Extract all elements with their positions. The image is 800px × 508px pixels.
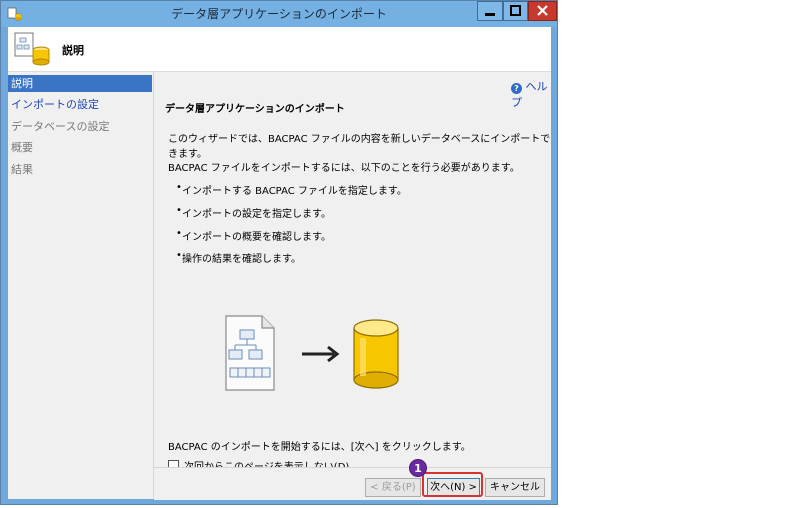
page-heading: データ層アプリケーションのインポート <box>165 104 345 115</box>
sidebar-item-description[interactable]: 説明 <box>8 75 152 92</box>
arrow-right-icon <box>302 345 340 363</box>
minimize-icon <box>485 13 495 16</box>
back-button[interactable]: < 戻る(P) <box>365 478 421 497</box>
window-title: データ層アプリケーションのインポート <box>171 7 387 21</box>
cancel-button[interactable]: キャンセル <box>485 478 545 497</box>
title-bar: データ層アプリケーションのインポート <box>1 1 557 27</box>
step-item: 操作の結果を確認します。 <box>176 250 301 265</box>
wizard-page-icon <box>14 32 50 66</box>
wizard-header: 説明 <box>8 27 551 72</box>
sidebar-nav: 説明 インポートの設定 データベースの設定 概要 結果 <box>8 72 154 499</box>
intro-text: このウィザードでは、BACPAC ファイルの内容を新しいデータベースにインポート… <box>168 134 551 160</box>
help-icon: ? <box>511 83 522 94</box>
help-link[interactable]: ? ヘルプ <box>511 78 551 110</box>
sidebar-item-database-settings: データベースの設定 <box>11 120 110 133</box>
header-title: 説明 <box>62 44 84 57</box>
step-badge: 1 <box>409 459 427 477</box>
start-instruction-text: BACPAC のインポートを開始するには、[次へ] をクリックします。 <box>168 442 471 453</box>
main-content: ? ヘルプ データ層アプリケーションのインポート このウィザードでは、BACPA… <box>154 72 551 473</box>
wizard-window: データ層アプリケーションのインポート 説明 説明 インポートの設定 データベース… <box>0 0 558 505</box>
maximize-button[interactable] <box>503 1 528 21</box>
maximize-icon <box>510 5 521 16</box>
import-illustration <box>225 315 399 391</box>
database-icon <box>353 319 399 389</box>
minimize-button[interactable] <box>477 1 503 21</box>
wizard-footer: < 戻る(P) 次へ(N) > キャンセル <box>154 467 551 500</box>
close-button[interactable] <box>528 1 557 21</box>
next-button-highlight <box>422 472 483 497</box>
steps-intro-text: BACPAC ファイルをインポートするには、以下のことを行う必要があります。 <box>168 163 520 174</box>
sidebar-item-summary: 概要 <box>11 141 33 154</box>
bacpac-file-icon <box>225 315 275 391</box>
sidebar-item-import-settings[interactable]: インポートの設定 <box>8 96 152 113</box>
dialog-body: 説明 説明 インポートの設定 データベースの設定 概要 結果 ? ヘルプ データ… <box>8 27 551 500</box>
step-item: インポートの概要を確認します。 <box>176 228 331 243</box>
sidebar-item-results: 結果 <box>11 163 33 176</box>
step-item: インポートする BACPAC ファイルを指定します。 <box>176 182 407 197</box>
close-icon <box>537 5 548 16</box>
step-item: インポートの設定を指定します。 <box>176 205 331 220</box>
